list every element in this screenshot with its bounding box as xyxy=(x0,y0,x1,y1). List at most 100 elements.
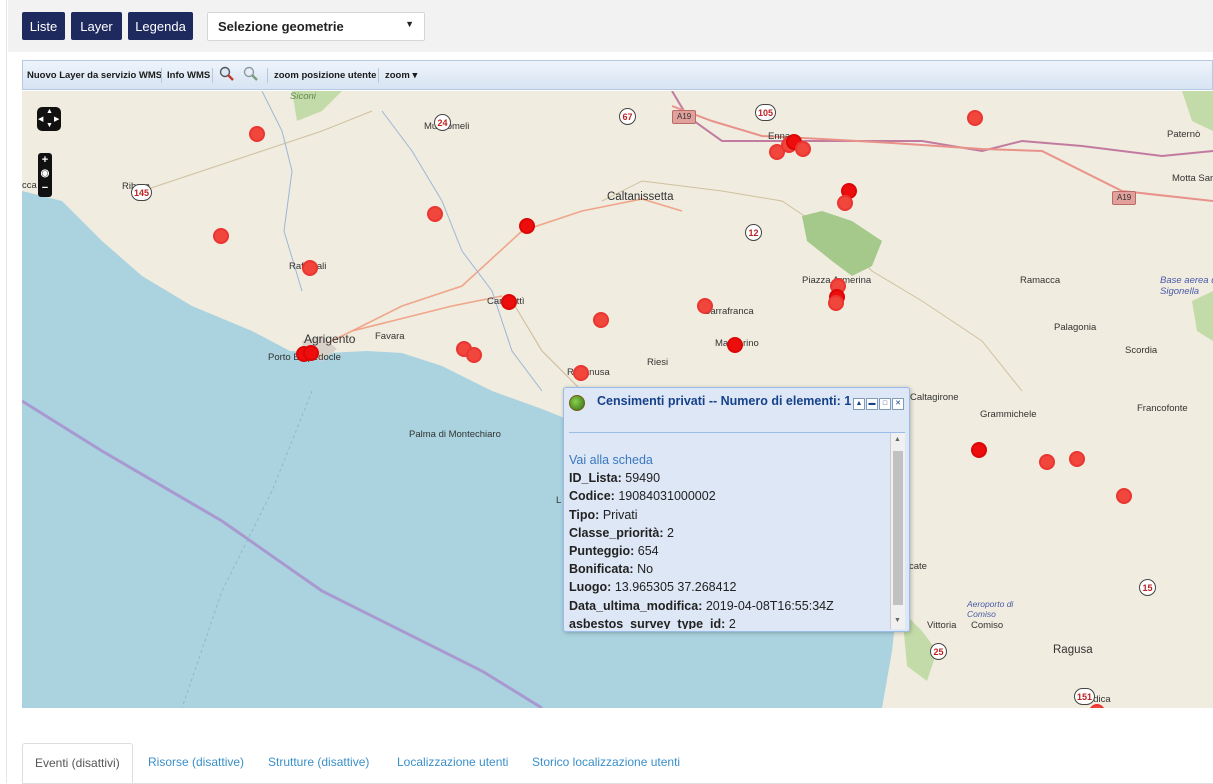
open-record-link[interactable]: Vai alla scheda xyxy=(569,451,834,469)
map-marker[interactable] xyxy=(1069,451,1085,467)
popup-content: Vai alla scheda ID_Lista: 59490 Codice: … xyxy=(569,451,834,629)
tab-storico-localizzazione[interactable]: Storico localizzazione utenti xyxy=(532,743,680,782)
maximize-icon[interactable]: □ xyxy=(879,398,891,410)
map-marker[interactable] xyxy=(519,218,535,234)
map-marker[interactable] xyxy=(302,260,318,276)
popup-body: Vai alla scheda ID_Lista: 59490 Codice: … xyxy=(569,432,905,629)
map-label-ramacca: Ramacca xyxy=(1020,275,1061,286)
field-key: ID_Lista: xyxy=(569,471,622,486)
highway-label-a19: A19 xyxy=(672,110,697,124)
field-row: Classe_priorità: 2 xyxy=(569,524,834,542)
zoom-menu-label: zoom xyxy=(385,70,410,81)
field-key: Punteggio: xyxy=(569,544,635,559)
scrollbar-thumb[interactable] xyxy=(893,451,903,605)
map-label-licata: L xyxy=(556,495,562,506)
popup-toolbar: ▲ ▬ □ ✕ xyxy=(852,392,904,410)
secondary-road xyxy=(141,110,373,192)
popup-scrollbar[interactable]: ▲ ▼ xyxy=(890,433,905,629)
scroll-up-icon[interactable]: ▲ xyxy=(894,436,901,443)
map-marker[interactable] xyxy=(213,228,229,244)
zoom-menu-button[interactable]: zoom ▾ xyxy=(385,70,417,81)
map-marker[interactable] xyxy=(593,312,609,328)
map-marker[interactable] xyxy=(466,347,482,363)
legenda-button[interactable]: Legenda xyxy=(128,12,193,40)
field-key: Classe_priorità: xyxy=(569,525,664,540)
field-value: 654 xyxy=(637,544,659,559)
tab-localizzazione-utenti[interactable]: Localizzazione utenti xyxy=(397,743,508,782)
zoom-minus-icon[interactable]: − xyxy=(38,181,52,195)
map-label-riesi: Riesi xyxy=(647,357,669,368)
field-row: Data_ultima_modifica: 2019-04-08T16:55:3… xyxy=(569,597,834,615)
zoom-plus-icon[interactable]: + xyxy=(38,153,52,167)
minimize-icon[interactable]: ▬ xyxy=(866,398,878,410)
road-badge-145: 145 xyxy=(131,184,152,201)
map-marker[interactable] xyxy=(303,345,319,361)
map-marker[interactable] xyxy=(837,195,853,211)
map-marker[interactable] xyxy=(249,126,265,142)
wms-layer-button[interactable]: Nuovo Layer da servizio WMS xyxy=(27,70,162,81)
zoom-user-position-button[interactable]: zoom posizione utente xyxy=(274,70,376,81)
collapse-icon[interactable]: ▲ xyxy=(853,398,865,410)
toolbar-divider xyxy=(267,68,268,83)
layer-icon xyxy=(569,395,585,411)
field-value: 2 xyxy=(728,616,736,629)
map-marker[interactable] xyxy=(573,365,589,381)
map-marker[interactable] xyxy=(971,442,987,458)
pan-left-icon[interactable]: ◀ xyxy=(38,115,43,123)
map-marker[interactable] xyxy=(1039,454,1055,470)
tab-eventi[interactable]: Eventi (disattivi) xyxy=(22,743,133,783)
map-marker[interactable] xyxy=(828,295,844,311)
road-badge-12: 12 xyxy=(745,224,762,241)
map-label-sicani: Siconi xyxy=(290,91,316,102)
tab-strutture[interactable]: Strutture (disattive) xyxy=(268,743,369,782)
zoom-out-tool-icon[interactable] xyxy=(243,66,259,85)
field-value: 59490 xyxy=(625,471,661,486)
road-badge-151: 151 xyxy=(1074,688,1095,705)
map-label-palagonia: Palagonia xyxy=(1054,322,1097,333)
pan-up-icon[interactable]: ▲ xyxy=(46,108,53,115)
map-marker[interactable] xyxy=(1116,488,1132,504)
close-icon[interactable]: ✕ xyxy=(892,398,904,410)
map-label-palma-di-montechiaro: Palma di Montechiaro xyxy=(409,429,501,440)
field-row: Bonificata: No xyxy=(569,560,834,578)
map-label-sigonella: Base aerea di Sigonella xyxy=(1160,275,1213,297)
liste-button[interactable]: Liste xyxy=(22,12,65,40)
map-label-caltagirone: Caltagirone xyxy=(910,392,959,403)
map-label-favara: Favara xyxy=(375,331,405,342)
map-marker[interactable] xyxy=(427,206,443,222)
map-marker[interactable] xyxy=(501,294,517,310)
field-value: 19084031000002 xyxy=(618,489,716,504)
map-marker[interactable] xyxy=(697,298,713,314)
road-badge-24: 24 xyxy=(434,114,451,131)
scroll-down-icon[interactable]: ▼ xyxy=(894,617,901,624)
geometry-select-value: Selezione geometrie xyxy=(218,19,344,34)
tab-risorse[interactable]: Risorse (disattive) xyxy=(148,743,244,782)
popup-header: Censimenti privati -- Numero di elementi… xyxy=(569,393,889,411)
map-marker[interactable] xyxy=(967,110,983,126)
map-label-acate: cate xyxy=(909,561,927,572)
globe-icon[interactable]: ◉ xyxy=(38,167,52,181)
field-row: Punteggio: 654 xyxy=(569,542,834,560)
map-marker[interactable] xyxy=(795,141,811,157)
field-key: Tipo: xyxy=(569,507,600,522)
geometry-select[interactable]: Selezione geometrie ▼ xyxy=(207,12,425,41)
field-row: Tipo: Privati xyxy=(569,506,834,524)
info-wms-button[interactable]: Info WMS xyxy=(167,70,210,81)
forest-area xyxy=(1182,91,1213,131)
field-key: Luogo: xyxy=(569,580,612,595)
layer-button[interactable]: Layer xyxy=(71,12,122,40)
page-left-border xyxy=(6,0,7,783)
map-label-francofonte: Francofonte xyxy=(1137,403,1188,414)
map-label-sciacca: cca xyxy=(22,180,37,191)
toolbar-divider xyxy=(212,68,213,83)
bottom-tabs: Eventi (disattivi) Risorse (disattive) S… xyxy=(22,743,1213,784)
zoom-in-tool-icon[interactable] xyxy=(219,66,235,85)
road-badge-67: 67 xyxy=(619,108,636,125)
pan-control[interactable]: ▲ ◀ ▶ ▼ xyxy=(37,107,61,131)
forest-area xyxy=(1192,291,1213,341)
pan-down-icon[interactable]: ▼ xyxy=(46,122,53,129)
map-marker[interactable] xyxy=(727,337,743,353)
map-label-comiso: Comiso xyxy=(971,620,1004,631)
pan-right-icon[interactable]: ▶ xyxy=(54,115,59,123)
popup-title: Censimenti privati -- Numero di elementi… xyxy=(597,394,852,408)
